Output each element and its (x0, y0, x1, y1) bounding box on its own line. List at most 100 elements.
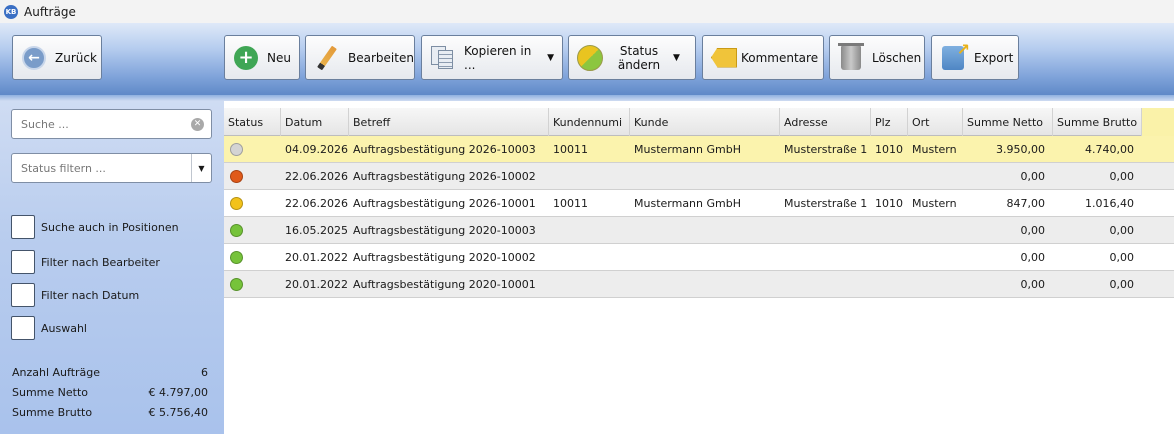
change-status-button[interactable]: Status ändern ▼ (568, 35, 696, 80)
new-button[interactable]: + Neu (224, 35, 300, 80)
table-row[interactable]: 20.01.2022 Auftragsbestätigung 2020-10002… (224, 244, 1174, 271)
copy-icon (430, 45, 456, 71)
cell-address (780, 271, 871, 297)
cell-customer (630, 163, 780, 189)
cell-customer-number: 10011 (553, 196, 588, 210)
cell-net-total: 0,00 (1020, 169, 1046, 183)
column-header-city[interactable]: Ort (908, 108, 963, 136)
cell-zip: 1010 (875, 142, 903, 156)
table-row[interactable]: 22.06.2026 Auftragsbestätigung 2026-10002… (224, 163, 1174, 190)
chevron-down-icon: ▼ (547, 52, 554, 63)
table-row[interactable]: 20.01.2022 Auftragsbestätigung 2020-10001… (224, 271, 1174, 298)
comments-button-label: Kommentare (741, 50, 819, 65)
cell-subject: Auftragsbestätigung 2026-10003 (353, 142, 536, 156)
delete-button[interactable]: Löschen (829, 35, 925, 80)
cell-subject: Auftragsbestätigung 2020-10002 (353, 250, 536, 264)
cell-address (780, 244, 871, 270)
search-positions-label: Suche auch in Positionen (41, 220, 179, 234)
cell-date: 22.06.2026 (285, 196, 348, 210)
status-indicator-icon (230, 169, 243, 183)
cell-status (224, 271, 281, 297)
comment-icon (711, 45, 737, 71)
copy-to-button[interactable]: Kopieren in ... ▼ (421, 35, 563, 80)
status-indicator-icon (230, 277, 243, 291)
column-header-status[interactable]: Status (224, 108, 281, 136)
cell-subject: Auftragsbestätigung 2020-10001 (353, 277, 536, 291)
window-title: Aufträge (24, 4, 76, 19)
pencil-icon (314, 45, 340, 71)
cell-customer-number (549, 163, 630, 189)
cell-customer: Mustermann GmbH (634, 142, 741, 156)
column-header-subject[interactable]: Betreff (349, 108, 549, 136)
selection-option: Auswahl (11, 316, 87, 340)
column-header-date[interactable]: Datum (281, 108, 349, 136)
column-header-zip[interactable]: Plz (871, 108, 908, 136)
export-button[interactable]: Export (931, 35, 1019, 80)
cell-subject: Auftragsbestätigung 2026-10001 (353, 196, 536, 210)
table-row[interactable]: 04.09.2026 Auftragsbestätigung 2026-10003… (224, 136, 1174, 163)
cell-status (224, 190, 281, 216)
cell-gross-total: 1.016,40 (1085, 196, 1134, 210)
delete-button-label: Löschen (872, 50, 922, 65)
selection-checkbox[interactable] (11, 316, 35, 340)
filter-sidebar: ✕ Status filtern ... ▼ Suche auch in Pos… (0, 101, 224, 434)
cell-gross-total: 0,00 (1109, 169, 1135, 183)
export-button-label: Export (974, 50, 1014, 65)
cell-city (908, 244, 963, 270)
summary-gross-total: Summe Brutto € 5.756,40 (12, 406, 208, 419)
orders-grid: Status Datum Betreff Kundennumi Kunde Ad… (224, 101, 1174, 434)
table-row[interactable]: 22.06.2026 Auftragsbestätigung 2026-10001… (224, 190, 1174, 217)
change-status-label-line1: Status (619, 43, 659, 58)
app-logo-icon: KB (4, 4, 18, 19)
column-header-address[interactable]: Adresse (780, 108, 871, 136)
cell-customer-number (549, 244, 630, 270)
edit-button[interactable]: Bearbeiten (305, 35, 415, 80)
back-button-label: Zurück (55, 50, 97, 65)
column-header-customer[interactable]: Kunde (630, 108, 780, 136)
comments-button[interactable]: Kommentare (702, 35, 824, 80)
filter-editor-option: Filter nach Bearbeiter (11, 250, 160, 274)
filter-date-label: Filter nach Datum (41, 288, 140, 302)
cell-customer (630, 244, 780, 270)
status-indicator-icon (230, 142, 243, 156)
cell-date: 20.01.2022 (285, 250, 348, 264)
table-row[interactable]: 16.05.2025 Auftragsbestätigung 2020-10003… (224, 217, 1174, 244)
cell-status (224, 217, 281, 243)
column-header-net-total[interactable]: Summe Netto (963, 108, 1053, 136)
clear-search-icon[interactable]: ✕ (191, 118, 204, 131)
summary-net-total: Summe Netto € 4.797,00 (12, 386, 208, 399)
cell-zip (871, 244, 908, 270)
column-header-customer-number[interactable]: Kundennumi (549, 108, 630, 136)
cell-gross-total: 4.740,00 (1085, 142, 1134, 156)
search-input[interactable] (21, 117, 181, 131)
cell-address: Musterstraße 1 (784, 196, 868, 210)
summary-value: € 4.797,00 (148, 386, 208, 399)
back-button[interactable]: ← Zurück (12, 35, 102, 80)
cell-net-total: 0,00 (1020, 223, 1046, 237)
summary-order-count: Anzahl Aufträge 6 (12, 366, 208, 379)
cell-net-total: 3.950,00 (996, 142, 1045, 156)
filter-editor-checkbox[interactable] (11, 250, 35, 274)
cell-zip (871, 271, 908, 297)
cell-city: Mustern (912, 142, 957, 156)
cell-net-total: 0,00 (1020, 277, 1046, 291)
cell-date: 16.05.2025 (285, 223, 348, 237)
chevron-down-icon[interactable]: ▼ (191, 154, 211, 182)
cell-city (908, 271, 963, 297)
summary-label: Summe Netto (12, 386, 89, 399)
status-filter-select[interactable]: Status filtern ... ▼ (11, 153, 212, 183)
search-positions-checkbox[interactable] (11, 215, 35, 239)
column-header-gross-total[interactable]: Summe Brutto (1053, 108, 1142, 136)
change-status-label: Status ändern (611, 44, 667, 72)
summary-label: Anzahl Aufträge (12, 366, 101, 379)
cell-subject: Auftragsbestätigung 2020-10003 (353, 223, 536, 237)
header-filler (1142, 108, 1174, 136)
toolbar: ← Zurück + Neu Bearbeiten Kopieren in ..… (0, 23, 1174, 95)
copy-to-button-label: Kopieren in ... (464, 43, 532, 72)
cell-customer (630, 217, 780, 243)
trash-icon (838, 42, 864, 71)
cell-date: 22.06.2026 (285, 169, 348, 183)
filter-date-checkbox[interactable] (11, 283, 35, 307)
arrow-left-icon: ← (21, 45, 47, 71)
change-status-label-line2: ändern (617, 57, 661, 72)
